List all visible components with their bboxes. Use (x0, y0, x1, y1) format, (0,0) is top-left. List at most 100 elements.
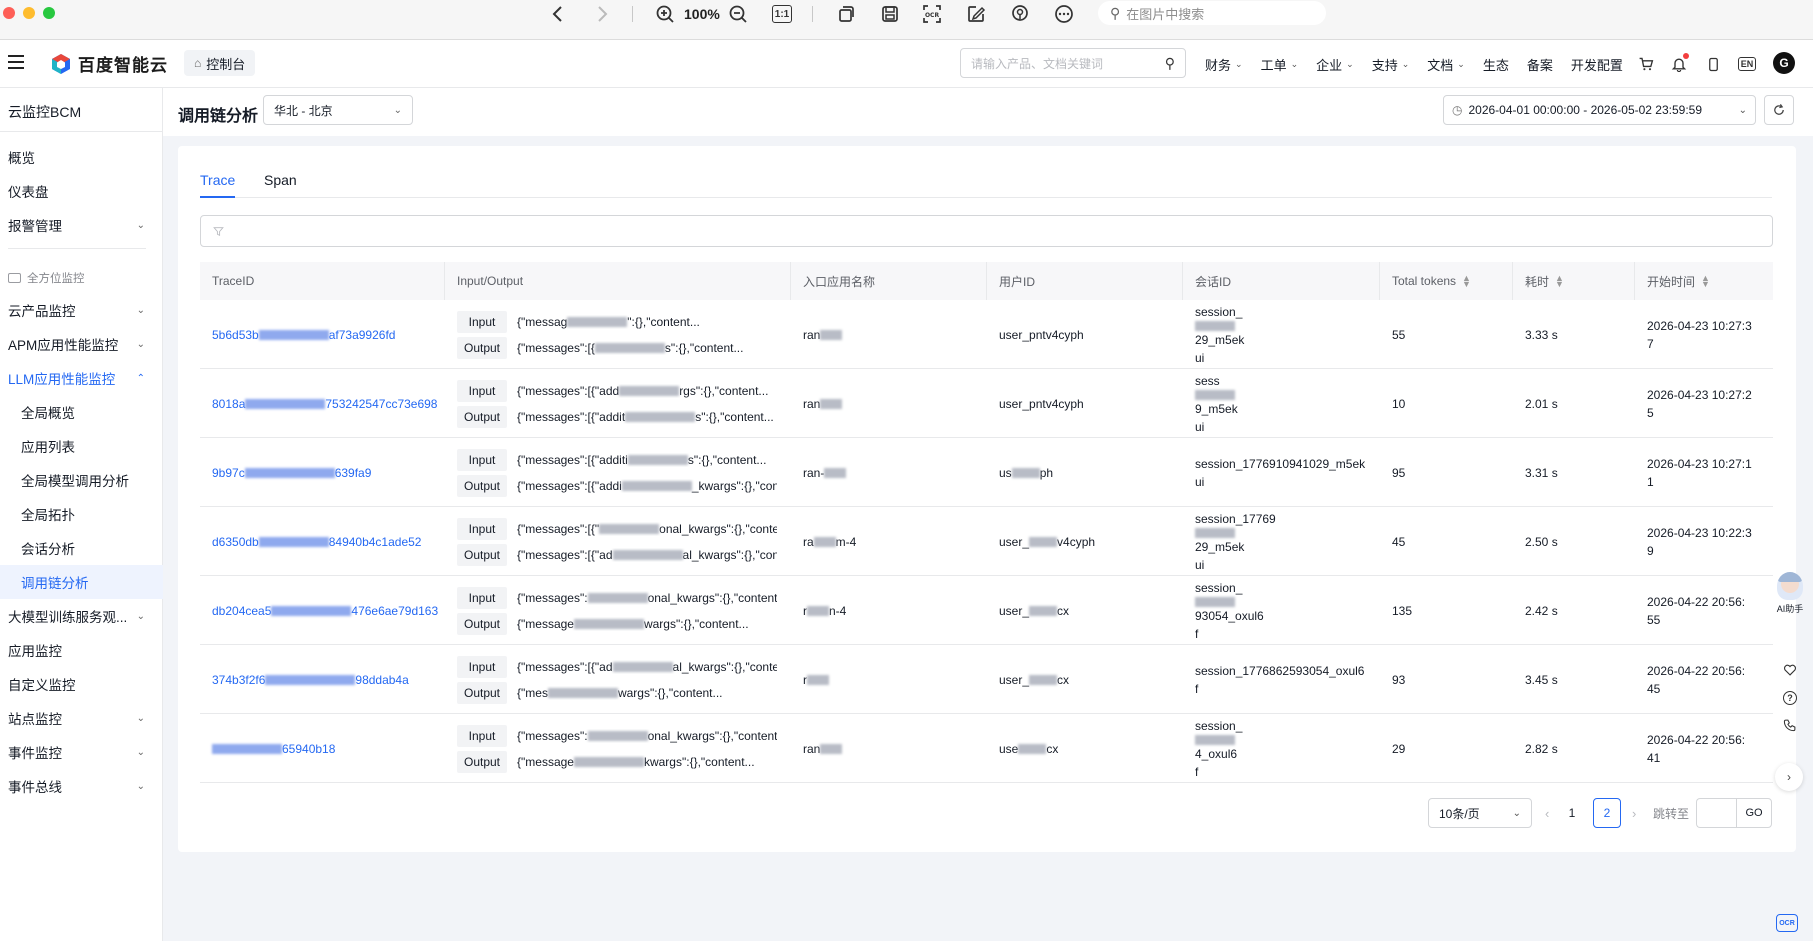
trace-id-link[interactable]: db204cea5 476e6ae79d163 (200, 576, 445, 645)
brand-logo[interactable]: 百度智能云 (50, 51, 168, 76)
save-icon[interactable] (880, 3, 900, 25)
input-preview[interactable]: {"messag ":{},"content... (517, 315, 777, 329)
input-tag[interactable]: Input (457, 655, 507, 678)
input-preview[interactable]: {"messages": onal_kwargs":{},"content... (517, 591, 777, 605)
nav-support[interactable]: 支持 ⌄ (1372, 55, 1410, 74)
close-window-button[interactable] (3, 7, 15, 19)
menu-icon[interactable] (8, 55, 24, 69)
region-select[interactable]: 华北 - 北京 ⌄ (263, 95, 413, 125)
bell-icon[interactable] (1669, 53, 1689, 74)
output-tag[interactable]: Output (457, 405, 507, 428)
nav-dev-config[interactable]: 开发配置 (1571, 55, 1623, 74)
ocr-scan-icon[interactable]: OCR (922, 3, 942, 25)
go-button[interactable]: GO (1736, 798, 1772, 828)
sidebar-item-dashboard[interactable]: 仪表盘 (0, 174, 163, 208)
sidebar-item-session-analysis[interactable]: 会话分析 (0, 531, 163, 565)
edit-icon[interactable] (966, 3, 986, 25)
favorite-heart-icon[interactable] (1780, 660, 1800, 680)
console-link[interactable]: ⌂ 控制台 (184, 50, 256, 76)
output-tag[interactable]: Output (457, 474, 507, 497)
page-1-button[interactable]: 1 (1558, 798, 1586, 828)
output-tag[interactable]: Output (457, 612, 507, 635)
sidebar-item-site-monitoring[interactable]: 站点监控 ⌄ (0, 701, 163, 735)
refresh-button[interactable] (1764, 95, 1794, 125)
nav-finance[interactable]: 财务 ⌄ (1205, 55, 1243, 74)
sidebar-item-overview[interactable]: 概览 (0, 140, 163, 174)
output-preview[interactable]: {"messages":[{"addit s":{},"content... (517, 410, 777, 424)
input-preview[interactable]: {"messages":[{"onal_kwargs":{},"content.… (517, 522, 777, 536)
more-options-icon[interactable] (1054, 3, 1074, 25)
back-arrow-icon[interactable] (548, 3, 568, 25)
nav-docs[interactable]: 文档 ⌄ (1427, 55, 1465, 74)
sidebar-item-apm[interactable]: APM应用性能监控 ⌄ (0, 327, 163, 361)
tab-span[interactable]: Span (264, 172, 297, 188)
language-switch[interactable]: EN (1737, 54, 1757, 74)
trace-id-link[interactable]: d6350db 84940b4c1ade52 (200, 507, 445, 576)
input-preview[interactable]: {"messages":[{"add rgs":{},"content... (517, 384, 777, 398)
sidebar-item-custom-monitoring[interactable]: 自定义监控 (0, 667, 163, 701)
trace-id-link[interactable]: 374b3f2f6 98ddab4a (200, 645, 445, 714)
table-row[interactable]: d6350db 84940b4c1ade52 Input {"messages":[{… (200, 507, 1773, 576)
column-header-sortable[interactable]: 开始时间 ▲ ▼ (1635, 262, 1773, 300)
actual-size-button[interactable]: 1:1 (772, 5, 792, 23)
time-range-picker[interactable]: ◷ 2026-04-01 00:00:00 - 2026-05-02 23:59… (1443, 95, 1756, 125)
sidebar-item-global-topology[interactable]: 全局拓扑 (0, 497, 163, 531)
cart-icon[interactable] (1636, 54, 1656, 74)
input-tag[interactable]: Input (457, 586, 507, 609)
sidebar-item-alarm[interactable]: 报警管理 ⌄ (0, 208, 163, 242)
table-row[interactable]: db204cea5 476e6ae79d163 Input {"messages": o… (200, 576, 1773, 645)
zoom-out-icon[interactable] (728, 3, 748, 25)
input-preview[interactable]: {"messages":[{"adal_kwargs":{},"content.… (517, 660, 777, 674)
prev-page-button[interactable]: ‹ (1545, 798, 1549, 828)
output-preview[interactable]: {"messages":[{"adal_kwargs":{},"content.… (517, 548, 777, 562)
input-tag[interactable]: Input (457, 448, 507, 471)
phone-icon[interactable] (1780, 715, 1800, 735)
global-search-input[interactable]: 请输入产品、文档关键词 ⚲ (960, 48, 1186, 78)
trace-id-link[interactable]: 5b6d53b af73a9926fd (200, 300, 445, 369)
trace-id-link[interactable]: 9b97c 639fa9 (200, 438, 445, 507)
input-tag[interactable]: Input (457, 379, 507, 402)
tab-trace[interactable]: Trace (200, 172, 235, 188)
table-row[interactable]: 9b97c 639fa9 Input {"messages":[{"additi s":… (200, 438, 1773, 507)
table-row[interactable]: 5b6d53b af73a9926fd Input {"messag ":{},"con… (200, 300, 1773, 369)
output-preview[interactable]: {"messages":[{s":{},"content... (517, 341, 777, 355)
output-preview[interactable]: {"mes wargs":{},"content... (517, 686, 777, 700)
collapse-panel-button[interactable]: › (1775, 763, 1803, 791)
sidebar-item-model-call-analysis[interactable]: 全局模型调用分析 (0, 463, 163, 497)
output-tag[interactable]: Output (457, 543, 507, 566)
ai-assistant-button[interactable]: AI助手 (1773, 572, 1807, 618)
table-row[interactable]: 65940b18 Input {"messages": onal_kwargs":{}… (200, 714, 1773, 783)
column-header-sortable[interactable]: 耗时 ▲ ▼ (1513, 262, 1635, 300)
filter-input[interactable] (200, 215, 1773, 247)
trace-id-link[interactable]: 8018a 753242547cc73e698 (200, 369, 445, 438)
page-size-select[interactable]: 10条/页 ⌄ (1428, 798, 1532, 828)
jump-page-input[interactable] (1696, 798, 1736, 828)
nav-ticket[interactable]: 工单 ⌄ (1261, 55, 1299, 74)
ocr-icon[interactable]: OCR (1776, 914, 1798, 932)
table-row[interactable]: 374b3f2f6 98ddab4a Input {"messages":[{"ad a… (200, 645, 1773, 714)
minimize-window-button[interactable] (23, 7, 35, 19)
input-tag[interactable]: Input (457, 517, 507, 540)
image-search-input[interactable]: ⚲ 在图片中搜索 (1098, 1, 1326, 25)
sidebar-item-app-monitoring[interactable]: 应用监控 (0, 633, 163, 667)
page-2-button[interactable]: 2 (1593, 798, 1621, 828)
output-tag[interactable]: Output (457, 681, 507, 704)
forward-arrow-icon[interactable] (592, 3, 612, 25)
sidebar-item-llm[interactable]: LLM应用性能监控 ⌃ (0, 361, 163, 395)
sidebar-item-model-training[interactable]: 大模型训练服务观... ⌄ (0, 599, 163, 633)
sidebar-item-event-monitoring[interactable]: 事件监控 ⌄ (0, 735, 163, 769)
nav-ecosystem[interactable]: 生态 (1483, 55, 1509, 74)
help-icon[interactable]: ? (1780, 688, 1800, 708)
mobile-icon[interactable] (1703, 54, 1723, 74)
rotate-icon[interactable] (836, 3, 856, 25)
sidebar-item-cloud-product[interactable]: 云产品监控 ⌄ (0, 293, 163, 327)
nav-enterprise[interactable]: 企业 ⌄ (1316, 55, 1354, 74)
nav-filing[interactable]: 备案 (1527, 55, 1553, 74)
output-preview[interactable]: {"message kwargs":{},"content... (517, 755, 777, 769)
input-preview[interactable]: {"messages":[{"additi s":{},"content... (517, 453, 777, 467)
output-tag[interactable]: Output (457, 750, 507, 773)
input-preview[interactable]: {"messages": onal_kwargs":{},"content... (517, 729, 777, 743)
next-page-button[interactable]: › (1632, 798, 1636, 828)
maximize-window-button[interactable] (43, 7, 55, 19)
trace-id-link[interactable]: 65940b18 (200, 714, 445, 783)
